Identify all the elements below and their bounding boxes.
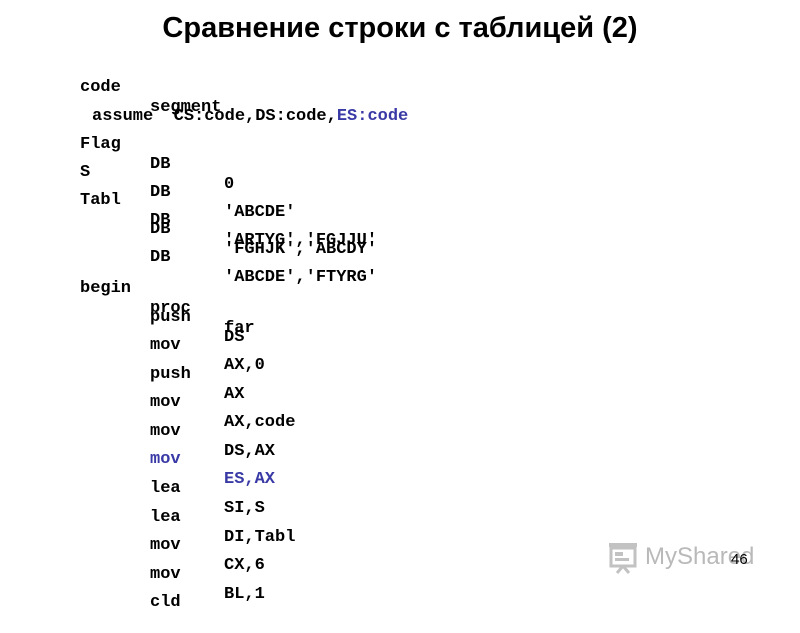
code-instruction: mov (150, 536, 181, 555)
code-assume-highlight: ES:code (336, 107, 409, 126)
code-line-16: lea DI,Tabl (0, 488, 295, 547)
code-operand: 'ABCDE' (224, 203, 296, 222)
code-label: Tabl (80, 191, 121, 210)
code-instruction: lea (150, 479, 181, 498)
code-directive: DB (150, 155, 171, 174)
code-instruction: push (150, 308, 191, 327)
slide-title: Сравнение строки с таблицей (2) (162, 12, 638, 44)
code-line-2: assume CS:code,DS:code,ES:code (0, 87, 408, 126)
projector-screen-icon (609, 543, 637, 574)
code-label: code (80, 78, 121, 97)
code-operand: 'FGHJK','ABCDY' (224, 240, 378, 259)
code-operand: DS,AX (224, 442, 276, 461)
code-line-7: DB 'ABCDE','FTYRG' (0, 228, 377, 287)
code-instruction: mov (150, 393, 181, 412)
code-operand: DI,Tabl (224, 528, 296, 547)
code-instruction: cld (150, 593, 181, 612)
code-directive: DB (150, 220, 171, 239)
code-operand: 'ABCDE','FTYRG' (224, 268, 378, 287)
code-instruction: mov (150, 565, 181, 584)
code-line-1: code segment (0, 58, 221, 117)
code-line-19: cld (0, 573, 181, 612)
code-instruction: lea (150, 508, 181, 527)
code-instruction: mov (150, 336, 181, 355)
code-instruction: push (150, 365, 191, 384)
code-line-14: mov ES,AX (0, 430, 275, 489)
code-line-10: mov AX,0 (0, 316, 265, 375)
code-directive: DB (150, 183, 171, 202)
code-line-4: S DB 'ABCDE' (0, 143, 295, 222)
code-line-6: DB 'FGHJK','ABCDY' (0, 200, 377, 259)
code-operand: AX,0 (224, 356, 265, 375)
code-operand: DS (224, 328, 245, 347)
code-line-8: begin proc far (0, 259, 255, 338)
code-operand: AX (224, 385, 245, 404)
code-assume: assume CS:code,DS:code,ES:code (92, 107, 408, 127)
code-line-13: mov DS,AX (0, 402, 275, 461)
code-operand: ES,AX (224, 470, 276, 489)
code-operand: BL,1 (224, 585, 265, 604)
code-line-5: Tabl DB 'ARTYG','FGJJU' (0, 171, 377, 250)
code-line-3: Flag DB 0 (0, 115, 234, 194)
code-operand: SI,S (224, 499, 265, 518)
code-line-9: push DS (0, 288, 244, 347)
code-operand: AX,code (224, 413, 296, 432)
code-instruction: mov (150, 450, 181, 469)
code-line-15: lea SI,S (0, 459, 265, 518)
code-line-17: mov CX,6 (0, 516, 265, 575)
code-line-11: push AX (0, 345, 244, 404)
code-label: begin (80, 279, 132, 298)
code-instruction: mov (150, 422, 181, 441)
code-assume-part1: assume CS:code,DS:code, (92, 107, 337, 126)
page-number: 46 (731, 551, 748, 568)
code-line-12: mov AX,code (0, 373, 295, 432)
code-operand: 0 (224, 175, 235, 194)
code-operand: CX,6 (224, 556, 265, 575)
code-line-18: mov BL,1 (0, 545, 265, 604)
code-label: Flag (80, 135, 121, 154)
code-label: S (80, 163, 91, 182)
code-directive: DB (150, 248, 171, 267)
